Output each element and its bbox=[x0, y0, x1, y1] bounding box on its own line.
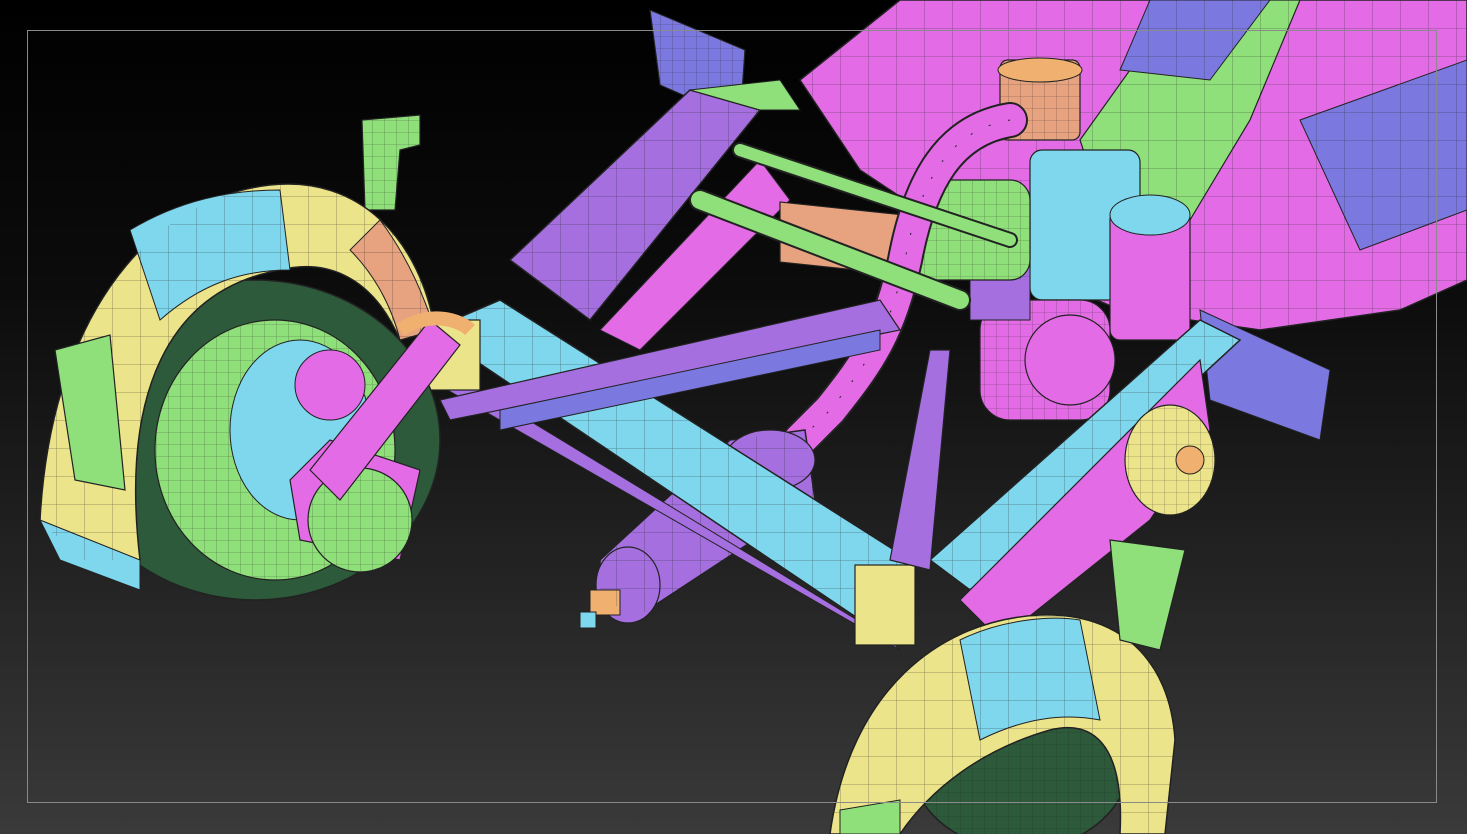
left-fender-strut bbox=[361, 114, 421, 211]
3d-viewport[interactable] bbox=[0, 0, 1467, 834]
car-chassis-model[interactable] bbox=[0, 0, 1467, 834]
right-hub-disc bbox=[1124, 404, 1216, 516]
